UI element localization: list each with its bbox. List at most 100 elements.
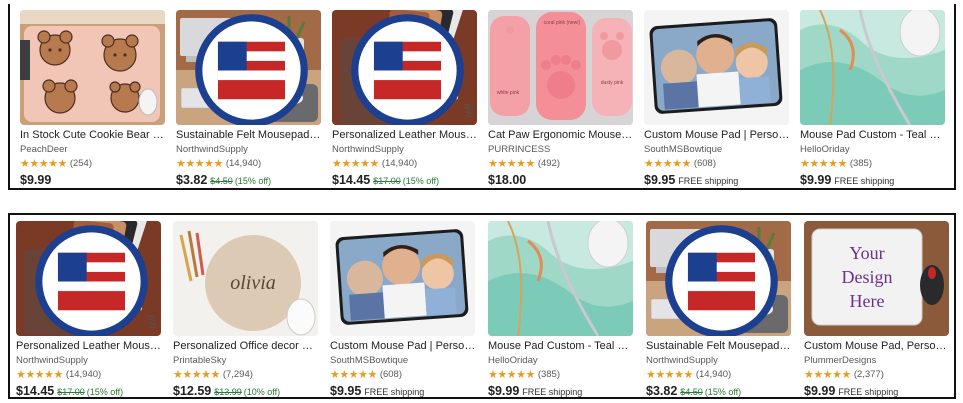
leather-mousepad-image[interactable]: NB HC BW (332, 10, 477, 125)
review-count: (385) (849, 158, 872, 169)
listing-card[interactable]: olivia Personalized Office decor Mous...… (173, 221, 320, 397)
olivia-mousepad-image[interactable]: olivia (173, 221, 318, 336)
review-count: (7,294) (222, 369, 253, 380)
price-line: $9.95 FREE shipping (330, 384, 477, 398)
bear-mousepad-image[interactable] (20, 10, 165, 125)
leather-mousepad-image[interactable]: NB HC BW (16, 221, 161, 336)
listing-title[interactable]: In Stock Cute Cookie Bear Mous... (20, 129, 167, 142)
photo-mousepad-image[interactable] (644, 10, 789, 125)
review-count: (2,377) (853, 369, 884, 380)
original-price: $4.50 (680, 387, 703, 397)
felt-mousepad-image[interactable] (176, 10, 321, 125)
teal-mousepad-image[interactable] (488, 221, 633, 336)
shop-name: PrintableSky (173, 355, 227, 366)
price: $9.99 (20, 173, 52, 187)
listing-card[interactable]: NB HC BW Personalized Leather Mousepad..… (332, 10, 479, 188)
review-count: (14,940) (695, 369, 732, 380)
your-design-mousepad-image[interactable]: Your Design Here (804, 221, 949, 336)
price-line: $9.99 FREE shipping (804, 384, 951, 398)
listing-card[interactable]: Mouse Pad Custom - Teal Ocea... HelloOri… (800, 10, 947, 188)
rating: ★★★★★ (14,940) (332, 158, 479, 170)
price: $9.95 (644, 173, 676, 187)
shop-name: PlummerDesigns (804, 355, 877, 366)
listing-title[interactable]: Mouse Pad Custom - Teal Ocea... (800, 129, 947, 142)
listing-title[interactable]: Sustainable Felt Mousepad. Felt... (646, 340, 793, 353)
listing-card[interactable]: NB HC BW Personalized Leather Mousepad..… (16, 221, 163, 397)
rating: ★★★★★ (492) (488, 158, 635, 170)
felt-mousepad-image[interactable] (646, 221, 791, 336)
rating: ★★★★★ (14,940) (646, 369, 793, 381)
shop-name: PeachDeer (20, 144, 68, 155)
listing-card[interactable]: Custom Mouse Pad | Personaliz... SouthMS… (644, 10, 791, 188)
listing-card[interactable]: In Stock Cute Cookie Bear Mous... PeachD… (20, 10, 167, 188)
listing-card[interactable]: Mouse Pad Custom - Teal Ocea... HelloOri… (488, 221, 635, 398)
review-count: (254) (69, 158, 92, 169)
price: $9.99 (804, 384, 836, 398)
usa-flag-icon (195, 14, 308, 125)
listing-title[interactable]: Custom Mouse Pad | Personaliz... (644, 129, 791, 142)
review-count: (14,940) (381, 158, 418, 169)
photo-mousepad-image[interactable] (330, 221, 475, 336)
price-line: $18.00 (488, 173, 635, 187)
listing-card[interactable]: Custom Mouse Pad | Personaliz... SouthMS… (330, 221, 477, 398)
your-design-text-line1: Your (849, 243, 884, 263)
cat-paw-mousepad-image[interactable]: coral pink (new!) white pink dusty pink (488, 10, 633, 125)
star-rating-icon: ★★★★★ (488, 369, 535, 381)
rating: ★★★★★ (254) (20, 158, 167, 170)
discount-percent: (15% off) (234, 176, 272, 186)
listing-title[interactable]: Personalized Leather Mousepad... (16, 340, 163, 353)
rating: ★★★★★ (608) (330, 369, 477, 381)
price-line: $9.99 FREE shipping (800, 173, 947, 188)
rating: ★★★★★ (2,377) (804, 369, 951, 381)
discount-percent: (15% off) (402, 176, 440, 186)
paw-label-dusty: dusty pink (601, 80, 624, 86)
listing-title[interactable]: Cat Paw Ergonomic Mousepad [... (488, 129, 635, 142)
price: $3.82 (176, 173, 208, 187)
listing-title[interactable]: Personalized Leather Mousepad... (332, 129, 479, 142)
price: $9.95 (330, 384, 362, 398)
listing-title[interactable]: Custom Mouse Pad | Personaliz... (330, 340, 477, 353)
listing-card[interactable]: coral pink (new!) white pink dusty pink … (488, 10, 635, 188)
review-count: (608) (379, 369, 402, 380)
rating: ★★★★★ (385) (800, 158, 947, 170)
listing-card[interactable]: Sustainable Felt Mousepad. Felt... North… (176, 10, 323, 188)
original-price: $13.99 (214, 387, 242, 397)
shop-name: NorthwindSupply (332, 144, 404, 155)
shop-name: NorthwindSupply (176, 144, 248, 155)
rating: ★★★★★ (608) (644, 158, 791, 170)
star-rating-icon: ★★★★★ (20, 158, 67, 170)
listing-title[interactable]: Mouse Pad Custom - Teal Ocea... (488, 340, 635, 353)
shop-name: NorthwindSupply (16, 355, 88, 366)
star-rating-icon: ★★★★★ (332, 158, 379, 170)
listing-card[interactable]: Your Design Here Custom Mouse Pad, Perso… (804, 221, 951, 398)
shop-name: SouthMSBowtique (644, 144, 723, 155)
free-shipping: FREE shipping (364, 387, 425, 397)
star-rating-icon: ★★★★★ (646, 369, 693, 381)
star-rating-icon: ★★★★★ (330, 369, 377, 381)
rating: ★★★★★ (385) (488, 369, 635, 381)
usa-flag-icon (35, 225, 148, 336)
review-count: (14,940) (225, 158, 262, 169)
listing-title[interactable]: Custom Mouse Pad, Personalize... (804, 340, 951, 353)
original-price: $4.50 (210, 176, 233, 186)
star-rating-icon: ★★★★★ (804, 369, 851, 381)
teal-mousepad-image[interactable] (800, 10, 945, 125)
price: $18.00 (488, 173, 527, 187)
price: $14.45 (332, 173, 371, 187)
star-rating-icon: ★★★★★ (173, 369, 220, 381)
review-count: (385) (537, 369, 560, 380)
price-line: $3.82 $4.50 (15% off) (176, 173, 323, 188)
listing-title[interactable]: Sustainable Felt Mousepad. Felt... (176, 129, 323, 142)
shop-name: PURRINCESS (488, 144, 551, 155)
shop-name: NorthwindSupply (646, 355, 718, 366)
free-shipping: FREE shipping (522, 387, 583, 397)
price: $9.99 (488, 384, 520, 398)
price-line: $9.95 FREE shipping (644, 173, 791, 188)
price: $9.99 (800, 173, 832, 187)
shop-name: HelloOriday (488, 355, 538, 366)
paw-label-white: white pink (497, 90, 520, 96)
price-line: $14.45 $17.00 (15% off) (332, 173, 479, 188)
listing-title[interactable]: Personalized Office decor Mous... (173, 340, 320, 353)
star-rating-icon: ★★★★★ (16, 369, 63, 381)
listing-card[interactable]: Sustainable Felt Mousepad. Felt... North… (646, 221, 793, 397)
